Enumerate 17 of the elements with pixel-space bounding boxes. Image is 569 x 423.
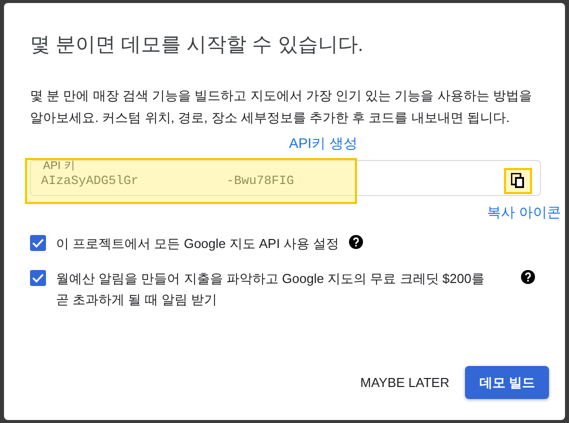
annotation-label: 복사 아이콘	[486, 203, 561, 222]
api-key-text: -Bwu78FIG	[226, 172, 294, 190]
field-label: API 키	[42, 159, 76, 173]
maybe-later-button[interactable]: MAYBE LATER	[352, 364, 458, 400]
build-demo-button[interactable]: 데모 빌드	[465, 366, 549, 399]
checkbox-label: 월예산 알림을 만들어 지출을 파악하고 Google 지도의 무료 크레딧 $200를 곧 초과하게 될 때 알림 받기	[56, 270, 486, 309]
dialog-title: 몇 분이면 데모를 시작할 수 있습니다.	[30, 33, 364, 57]
checkbox-label: 이 프로젝트에서 모든 Google 지도 API 사용 설정	[56, 235, 340, 253]
checkbox[interactable]	[30, 235, 46, 251]
copy-button[interactable]	[504, 168, 532, 194]
api-key-text: AIzaSyADG5lGr	[41, 172, 139, 190]
annotation-label: API키 생성	[289, 134, 358, 153]
copy-icon	[511, 173, 525, 189]
help-icon[interactable]	[349, 235, 364, 249]
checkbox[interactable]	[30, 270, 46, 286]
description-text: 몇 분 만에 매장 검색 기능을 빌드하고 지도에서 가장 인기 있는 기능을 사용하는 방법을 알아보세요. 커스텀 위치, 경로, 장소 세부정보를 추가한 후 코드를 내보내면 됩니다.	[30, 87, 533, 127]
help-icon[interactable]	[521, 270, 535, 284]
